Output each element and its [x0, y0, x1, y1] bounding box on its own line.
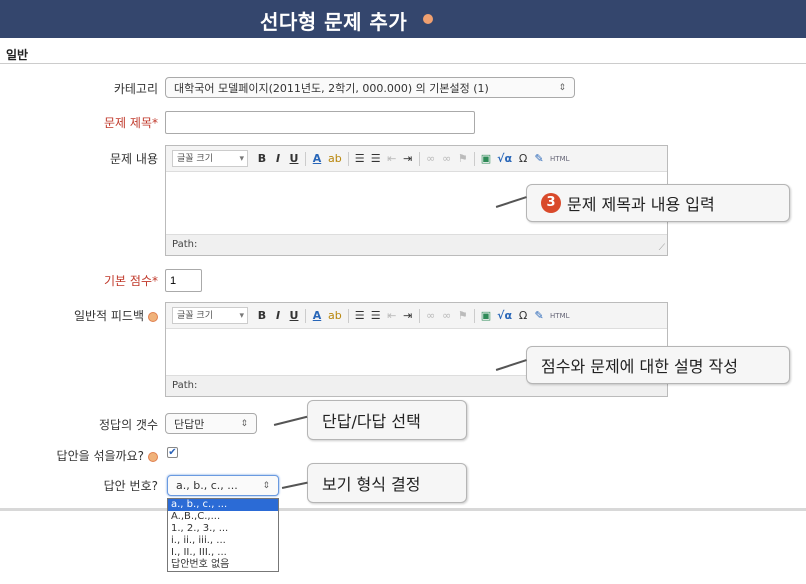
path-label: Path: [172, 380, 198, 391]
shuffle-answers-label: 답안을 섞을까요? [57, 447, 158, 464]
equation-icon[interactable]: √α [497, 309, 512, 322]
default-mark-input[interactable] [165, 269, 202, 292]
callout-text: 단답/다답 선택 [322, 412, 421, 431]
numbered-list-icon[interactable]: ☰ [371, 309, 381, 322]
page-title: 선다형 문제 추가 [260, 10, 408, 34]
callout-feedback: 점수와 문제에 대한 설명 작성 [526, 346, 790, 384]
general-feedback-label: 일반적 피드백 [74, 307, 158, 324]
italic-icon[interactable]: I [273, 309, 283, 322]
indent-icon[interactable]: ⇥ [403, 309, 413, 322]
resize-handle-icon[interactable]: ⟋ [659, 243, 665, 253]
dropdown-option[interactable]: i., ii., iii., ... [168, 535, 278, 547]
category-value: 대학국어 모델페이지(2011년도, 2학기, 000.000) 의 기본설정 … [174, 81, 489, 95]
font-color-icon[interactable]: A [312, 309, 322, 322]
outdent-icon[interactable]: ⇤ [387, 152, 397, 165]
italic-icon[interactable]: I [273, 152, 283, 165]
toolbar-divider [347, 151, 349, 166]
underline-icon[interactable]: U [289, 152, 299, 165]
special-char-icon[interactable]: Ω [518, 309, 528, 322]
edit-icon[interactable]: ✎ [534, 152, 544, 165]
single-answer-value: 단답만 [174, 417, 205, 431]
underline-icon[interactable]: U [289, 309, 299, 322]
chevron-updown-icon: ⇕ [240, 418, 248, 429]
dropdown-option[interactable]: a., b., c., ... [168, 499, 278, 511]
toolbar-divider [347, 308, 349, 323]
dropdown-option[interactable]: 답안번호 없음 [168, 559, 278, 571]
section-divider [0, 63, 806, 64]
html-icon[interactable]: HTML [550, 155, 569, 163]
callout-pointer [273, 415, 308, 426]
callout-answer-numbering: 보기 형식 결정 [307, 463, 467, 503]
chevron-updown-icon: ⇕ [262, 480, 270, 491]
question-text-label: 문제 내용 [110, 152, 158, 166]
dropdown-option[interactable]: A.,B.,C.,... [168, 511, 278, 523]
category-select[interactable]: 대학국어 모델페이지(2011년도, 2학기, 000.000) 의 기본설정 … [165, 77, 575, 98]
toolbar-divider [418, 151, 420, 166]
default-mark-label: 기본 점수* [104, 274, 158, 288]
editor-toolbar: 글꼴 크기 B I U A ab ☰ ☰ ⇤ ⇥ ∞ ∞ ⚑ ▣ √α Ω ✎ … [166, 303, 667, 329]
highlight-icon[interactable]: ab [328, 309, 342, 322]
help-icon[interactable] [148, 311, 158, 322]
callout-single-answer: 단답/다답 선택 [307, 400, 467, 440]
font-color-icon[interactable]: A [312, 152, 322, 165]
question-name-label: 문제 제목* [104, 116, 158, 130]
section-general-heading: 일반 [6, 48, 29, 62]
single-answer-select[interactable]: 단답만 ⇕ [165, 413, 257, 434]
question-name-input[interactable] [165, 111, 475, 134]
callout-text: 점수와 문제에 대한 설명 작성 [541, 357, 738, 376]
outdent-icon[interactable]: ⇤ [387, 309, 397, 322]
step-number-badge: 3 [541, 193, 561, 213]
page-header: 선다형 문제 추가 [0, 0, 806, 38]
numbered-list-icon[interactable]: ☰ [371, 152, 381, 165]
path-label: Path: [172, 239, 198, 250]
help-icon[interactable] [148, 451, 158, 462]
bullet-list-icon[interactable]: ☰ [355, 152, 365, 165]
single-answer-label: 정답의 갯수 [98, 418, 158, 432]
answer-numbering-label: 답안 번호? [103, 479, 158, 493]
callout-question-input: 3 문제 제목과 내용 입력 [526, 184, 790, 222]
indent-icon[interactable]: ⇥ [403, 152, 413, 165]
special-char-icon[interactable]: Ω [518, 152, 528, 165]
font-size-select[interactable]: 글꼴 크기 [172, 307, 248, 325]
callout-text: 보기 형식 결정 [322, 475, 421, 494]
answer-numbering-value: a., b., c., ... [176, 479, 238, 492]
link-icon[interactable]: ∞ [426, 309, 436, 322]
equation-icon[interactable]: √α [497, 152, 512, 165]
help-icon[interactable] [423, 14, 433, 24]
highlight-icon[interactable]: ab [328, 152, 342, 165]
toolbar-divider [473, 151, 475, 166]
anchor-icon[interactable]: ⚑ [458, 152, 468, 165]
toolbar-divider [418, 308, 420, 323]
bold-icon[interactable]: B [257, 152, 267, 165]
bullet-list-icon[interactable]: ☰ [355, 309, 365, 322]
dropdown-option[interactable]: I., II., III., ... [168, 547, 278, 559]
shuffle-answers-checkbox[interactable]: ✔ [167, 447, 178, 458]
font-size-select[interactable]: 글꼴 크기 [172, 150, 248, 168]
toolbar-divider [473, 308, 475, 323]
editor-path-bar: Path: [166, 234, 667, 255]
bold-icon[interactable]: B [257, 309, 267, 322]
callout-text: 문제 제목과 내용 입력 [567, 195, 715, 214]
toolbar-divider [305, 151, 306, 166]
image-icon[interactable]: ▣ [481, 309, 491, 322]
anchor-icon[interactable]: ⚑ [458, 309, 468, 322]
form-bottom-divider [0, 508, 806, 511]
answer-numbering-dropdown[interactable]: a., b., c., ... A.,B.,C.,... 1., 2., 3.,… [167, 498, 279, 572]
unlink-icon[interactable]: ∞ [442, 152, 452, 165]
image-icon[interactable]: ▣ [481, 152, 491, 165]
toolbar-divider [305, 308, 306, 323]
html-icon[interactable]: HTML [550, 312, 569, 320]
dropdown-option[interactable]: 1., 2., 3., ... [168, 523, 278, 535]
category-label: 카테고리 [113, 82, 158, 96]
edit-icon[interactable]: ✎ [534, 309, 544, 322]
editor-toolbar: 글꼴 크기 B I U A ab ☰ ☰ ⇤ ⇥ ∞ ∞ ⚑ ▣ √α Ω ✎ … [166, 146, 667, 172]
chevron-updown-icon: ⇕ [558, 82, 566, 93]
link-icon[interactable]: ∞ [426, 152, 436, 165]
callout-pointer [281, 481, 308, 489]
unlink-icon[interactable]: ∞ [442, 309, 452, 322]
answer-numbering-select[interactable]: a., b., c., ... ⇕ [167, 475, 279, 496]
